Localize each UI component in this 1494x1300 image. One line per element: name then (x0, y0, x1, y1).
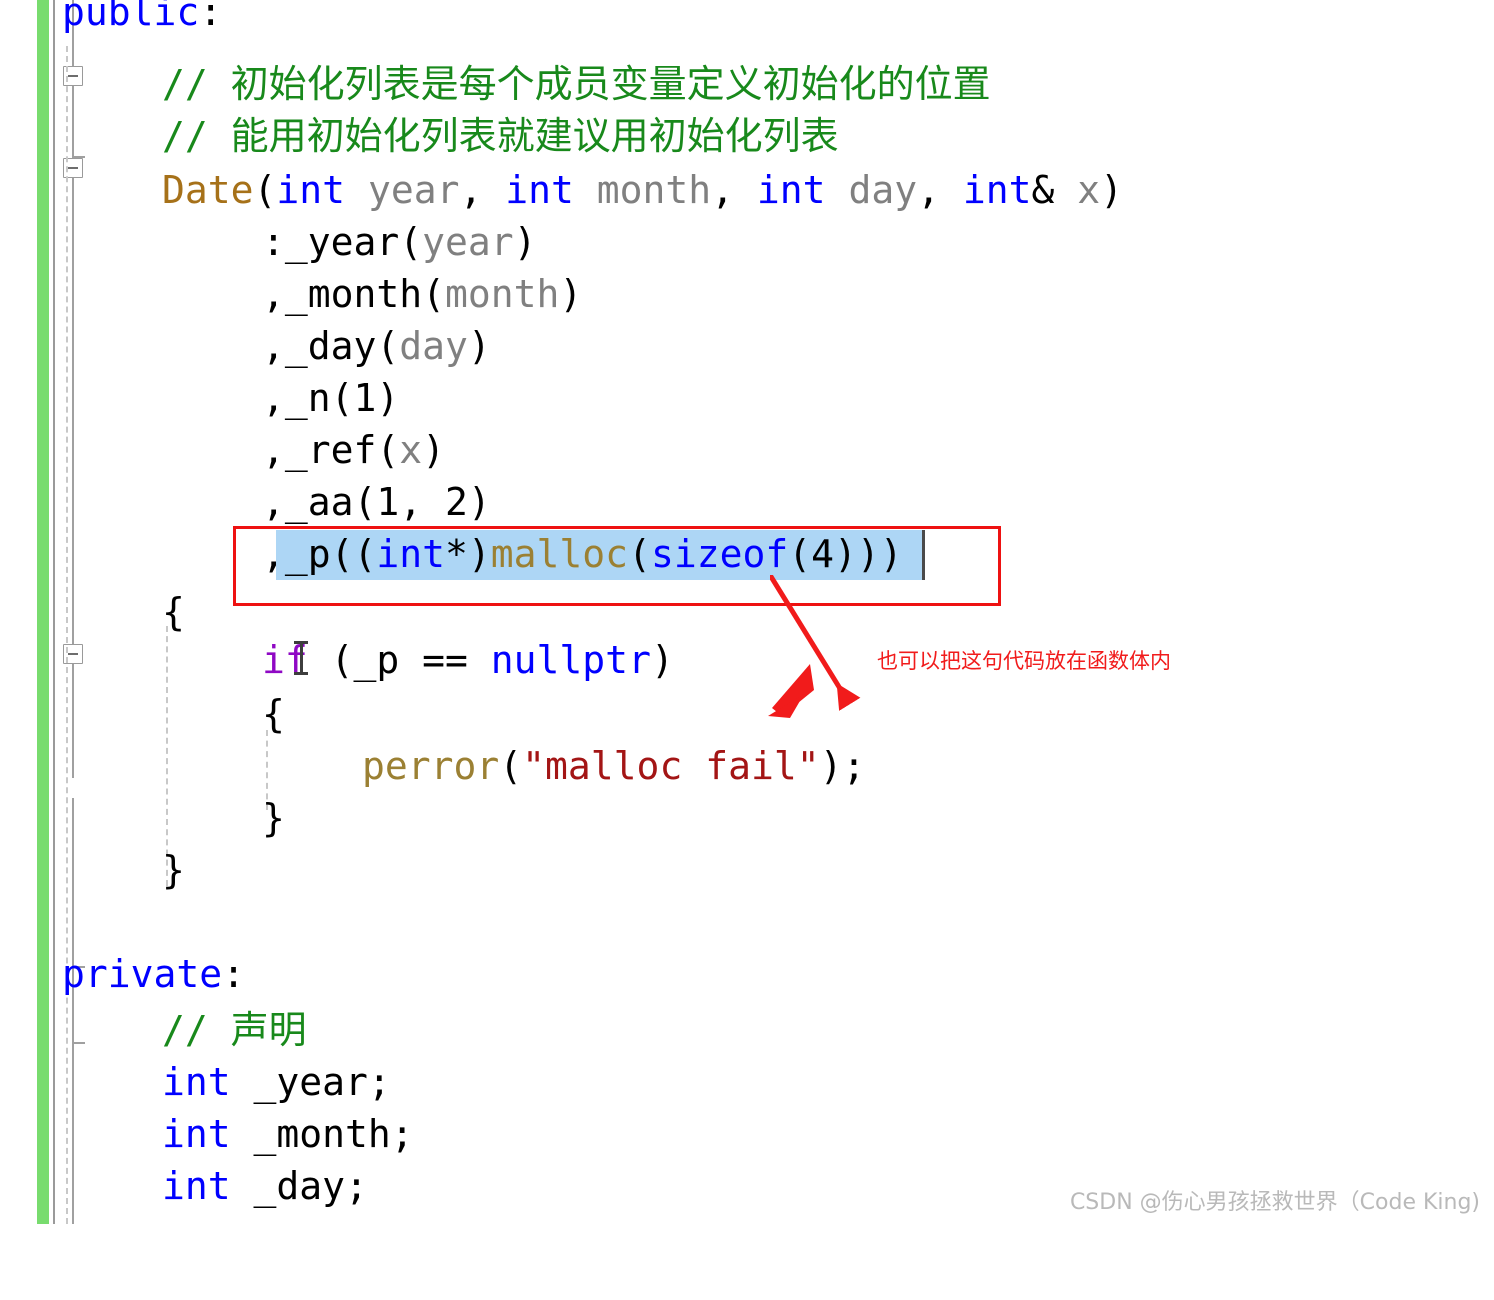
code-token: int (962, 168, 1032, 212)
code-token: : (199, 0, 223, 34)
code-token: ,_month( (262, 272, 446, 316)
code-token: } (162, 848, 185, 892)
code-token: day (399, 324, 468, 368)
code-token: , (711, 168, 757, 212)
code-editor-surface[interactable]: public: // 初始化列表是每个成员变量定义初始化的位置 // 能用初始化… (0, 0, 1494, 1224)
code-line-perror[interactable]: perror("malloc fail"); (362, 740, 865, 792)
code-token: ) (1100, 168, 1124, 212)
code-token: int (162, 1112, 231, 1156)
code-token: ( (499, 744, 523, 788)
code-token: ( (253, 168, 277, 212)
code-token: ) (513, 220, 537, 264)
code-line-member-year[interactable]: int _year; (162, 1056, 391, 1108)
code-token: month (445, 272, 560, 316)
code-token: } (262, 796, 285, 840)
code-token: 能用初始化列表就建议用初始化列表 (230, 114, 839, 158)
code-line-if-close-brace[interactable]: } (262, 792, 285, 844)
code-line-init-ref[interactable]: ,_ref(x) (262, 424, 445, 476)
mouse-ibeam-cursor (294, 641, 308, 675)
code-token: _month; (230, 1112, 414, 1156)
code-token: ) (559, 272, 583, 316)
code-token: nullptr (490, 638, 651, 682)
code-token: _day; (230, 1164, 368, 1208)
code-line-init-month[interactable]: ,_month(month) (262, 268, 582, 320)
code-token: x (1077, 168, 1101, 212)
code-line-ctor-close-brace[interactable]: } (162, 844, 185, 896)
code-line-comment-3[interactable]: // 声明 (162, 1004, 307, 1056)
code-token: "malloc fail" (522, 744, 820, 788)
code-token: ,_ref( (262, 428, 400, 472)
code-token: day (848, 168, 918, 212)
code-token: int (162, 1164, 231, 1208)
code-token: { (262, 692, 285, 736)
code-line-public[interactable]: public: (62, 0, 222, 38)
code-token: & (1031, 168, 1078, 212)
code-token: , (459, 168, 506, 212)
code-text-layer[interactable]: public: // 初始化列表是每个成员变量定义初始化的位置 // 能用初始化… (0, 0, 1494, 1224)
code-token: 声明 (230, 1008, 307, 1052)
code-line-comment-2[interactable]: // 能用初始化列表就建议用初始化列表 (162, 110, 839, 162)
code-line-ctor-signature[interactable]: Date(int year, int month, int day, int& … (162, 164, 1123, 216)
code-token: : (222, 952, 246, 996)
code-token: ,_day( (262, 324, 400, 368)
code-line-private[interactable]: private: (62, 948, 245, 1000)
code-line-if-nullptr[interactable]: if (_p == nullptr) (262, 634, 674, 686)
code-token: (_p == (307, 638, 491, 682)
code-line-if-open-brace[interactable]: { (262, 688, 285, 740)
code-token: , (917, 168, 963, 212)
code-token: // (162, 1008, 231, 1052)
code-line-init-aa[interactable]: ,_aa(1, 2) (262, 476, 491, 528)
code-line-ctor-open-brace[interactable]: { (162, 586, 185, 638)
code-token: ) (467, 324, 491, 368)
code-token: { (162, 590, 185, 634)
code-token: year (422, 220, 514, 264)
annotation-note-text: 也可以把这句代码放在函数体内 (877, 649, 1171, 673)
code-token: // (162, 114, 231, 158)
code-token: ); (819, 744, 866, 788)
code-line-init-year[interactable]: :_year(year) (262, 216, 537, 268)
code-token: ) (422, 428, 446, 472)
code-token: int (505, 168, 574, 212)
code-token: ,_n(1) (262, 376, 400, 420)
code-token: // (162, 62, 231, 106)
code-line-comment-1[interactable]: // 初始化列表是每个成员变量定义初始化的位置 (162, 58, 991, 110)
code-token: :_year( (262, 220, 423, 264)
code-line-member-day[interactable]: int _day; (162, 1160, 368, 1212)
code-token: ,_aa(1, 2) (262, 480, 491, 524)
code-token: perror (362, 744, 500, 788)
code-token: ) (650, 638, 674, 682)
code-token: Date (162, 168, 254, 212)
code-token: 初始化列表是每个成员变量定义初始化的位置 (230, 62, 991, 106)
csdn-watermark: CSDN @伤心男孩拯救世界（Code King) (1069, 1190, 1480, 1215)
code-token: int (162, 1060, 231, 1104)
code-token: private (62, 952, 223, 996)
code-token: int (756, 168, 826, 212)
code-line-init-day[interactable]: ,_day(day) (262, 320, 491, 372)
code-token: month (596, 168, 712, 212)
annotation-arrowhead-icon (768, 664, 814, 718)
code-token: _year; (230, 1060, 391, 1104)
code-token: x (399, 428, 423, 472)
code-token: year (367, 168, 460, 212)
code-line-member-month[interactable]: int _month; (162, 1108, 414, 1160)
code-token: int (276, 168, 346, 212)
code-token: public (62, 0, 200, 34)
code-line-init-n[interactable]: ,_n(1) (262, 372, 399, 424)
